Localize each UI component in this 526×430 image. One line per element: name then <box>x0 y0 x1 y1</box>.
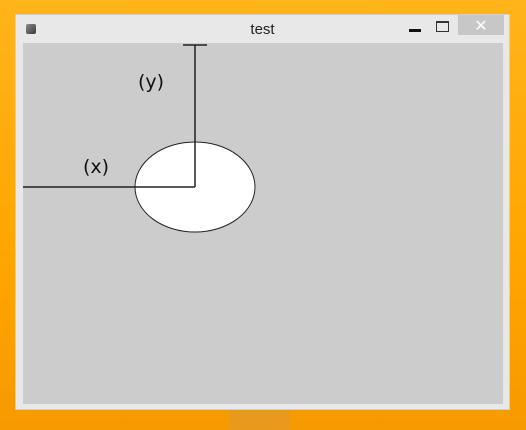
minimize-icon <box>409 29 421 32</box>
app-window: test ✕ (y) (x) <box>15 14 510 410</box>
close-button[interactable]: ✕ <box>458 15 504 35</box>
title-bar[interactable]: test ✕ <box>16 15 509 43</box>
y-label: (y) <box>138 71 164 93</box>
close-icon: ✕ <box>474 16 488 35</box>
drawing-canvas: (y) (x) <box>23 43 503 404</box>
x-label: (x) <box>83 156 109 178</box>
maximize-button[interactable] <box>430 16 456 42</box>
canvas-drawing: (y) (x) <box>23 44 256 233</box>
minimize-button[interactable] <box>404 16 430 42</box>
maximize-icon <box>436 21 449 32</box>
